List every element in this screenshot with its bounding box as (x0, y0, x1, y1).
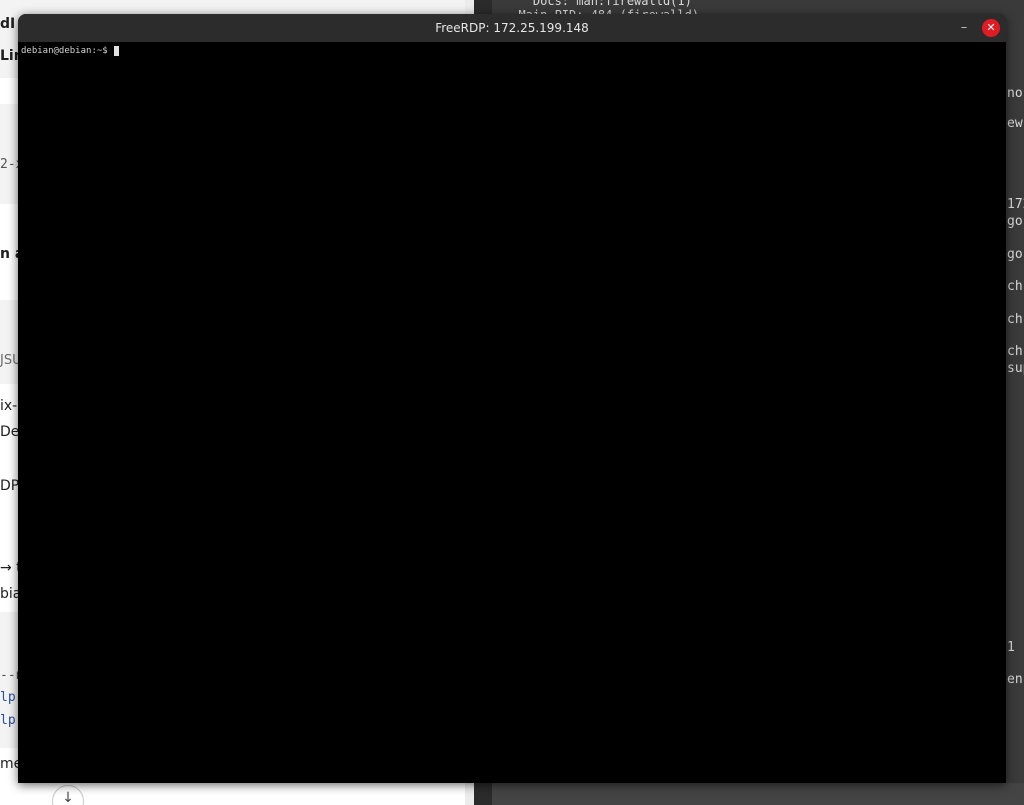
terminal-text-fragment: 172 (1007, 197, 1024, 212)
page-text-fragment: DP (0, 478, 20, 494)
scroll-down-icon[interactable]: ↓ (52, 785, 84, 805)
terminal-text-fragment: no (1007, 86, 1023, 101)
terminal-prompt-line[interactable]: debian@debian:~$ (21, 46, 119, 56)
page-text-fragment: dI (0, 16, 16, 32)
terminal-text-fragment: go (1007, 214, 1023, 229)
minimize-icon[interactable]: – (956, 20, 972, 36)
freerdp-window[interactable]: FreeRDP: 172.25.199.148 – ✕ debian@debia… (18, 14, 1006, 783)
page-text-fragment: De (0, 424, 20, 440)
close-icon[interactable]: ✕ (982, 19, 1000, 37)
terminal-text-fragment: en (1007, 672, 1023, 687)
terminal-text-fragment: ch (1007, 279, 1023, 294)
remote-desktop-screen[interactable]: debian@debian:~$ (18, 42, 1006, 783)
terminal-text-fragment: sup (1007, 361, 1024, 376)
text-cursor (113, 46, 119, 56)
terminal-text-fragment: go (1007, 247, 1023, 262)
window-title: FreeRDP: 172.25.199.148 (435, 21, 589, 35)
shell-prompt: debian@debian:~$ (21, 46, 108, 56)
terminal-text-fragment: ch (1007, 312, 1023, 327)
terminal-text-fragment: 1 (1007, 640, 1015, 655)
terminal-text-fragment: ch (1007, 344, 1023, 359)
window-titlebar[interactable]: FreeRDP: 172.25.199.148 – ✕ (18, 14, 1006, 42)
terminal-bottom-bar (492, 783, 1024, 805)
terminal-text-fragment: ew (1007, 116, 1023, 131)
